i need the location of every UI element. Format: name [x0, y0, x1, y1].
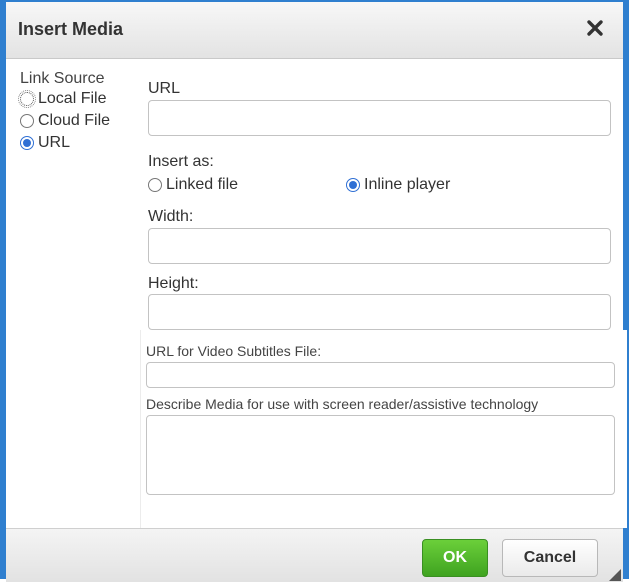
- link-source-group: Link Source Local File Cloud File URL: [18, 70, 150, 154]
- height-label: Height:: [148, 275, 199, 292]
- width-label: Width:: [148, 208, 194, 225]
- radio-local-file[interactable]: Local File: [18, 88, 150, 110]
- insert-media-dialog: Insert Media Link Source Local File Clou…: [0, 0, 629, 582]
- dialog-title: Insert Media: [18, 19, 124, 39]
- radio-checked-icon[interactable]: [346, 178, 360, 192]
- describe-media-textarea[interactable]: [146, 415, 615, 495]
- radio-cloud-file[interactable]: Cloud File: [20, 110, 150, 132]
- radio-icon[interactable]: [148, 178, 162, 192]
- link-source-legend: Link Source: [20, 70, 105, 87]
- ok-button[interactable]: OK: [422, 539, 488, 577]
- radio-checked-icon[interactable]: [20, 136, 34, 150]
- radio-label-url: URL: [38, 134, 71, 151]
- resize-grip-icon[interactable]: [609, 568, 621, 581]
- dialog-titlebar: Insert Media: [6, 2, 623, 59]
- radio-url[interactable]: URL: [20, 132, 150, 154]
- url-input[interactable]: [148, 100, 611, 136]
- dialog-footer: OK Cancel: [6, 528, 623, 582]
- radio-label-cloud-file: Cloud File: [38, 112, 111, 129]
- radio-linked-file[interactable]: Linked file: [148, 174, 238, 196]
- width-input[interactable]: [148, 228, 611, 264]
- radio-label-local-file: Local File: [38, 90, 107, 107]
- height-input[interactable]: [148, 294, 611, 330]
- radio-icon[interactable]: [20, 114, 34, 128]
- cancel-button[interactable]: Cancel: [502, 539, 598, 577]
- radio-label-linked-file: Linked file: [166, 176, 239, 193]
- dialog-body: Link Source Local File Cloud File URL UR…: [6, 58, 627, 528]
- radio-label-inline-player: Inline player: [364, 176, 451, 193]
- radio-inline-player[interactable]: Inline player: [346, 174, 450, 196]
- subtitles-url-input[interactable]: [146, 362, 615, 388]
- url-label: URL: [148, 80, 181, 97]
- radio-icon[interactable]: [18, 90, 36, 108]
- describe-media-label: Describe Media for use with screen reade…: [146, 396, 539, 412]
- insert-as-label: Insert as:: [148, 153, 214, 170]
- close-icon[interactable]: [581, 14, 609, 42]
- subtitles-label: URL for Video Subtitles File:: [146, 343, 322, 359]
